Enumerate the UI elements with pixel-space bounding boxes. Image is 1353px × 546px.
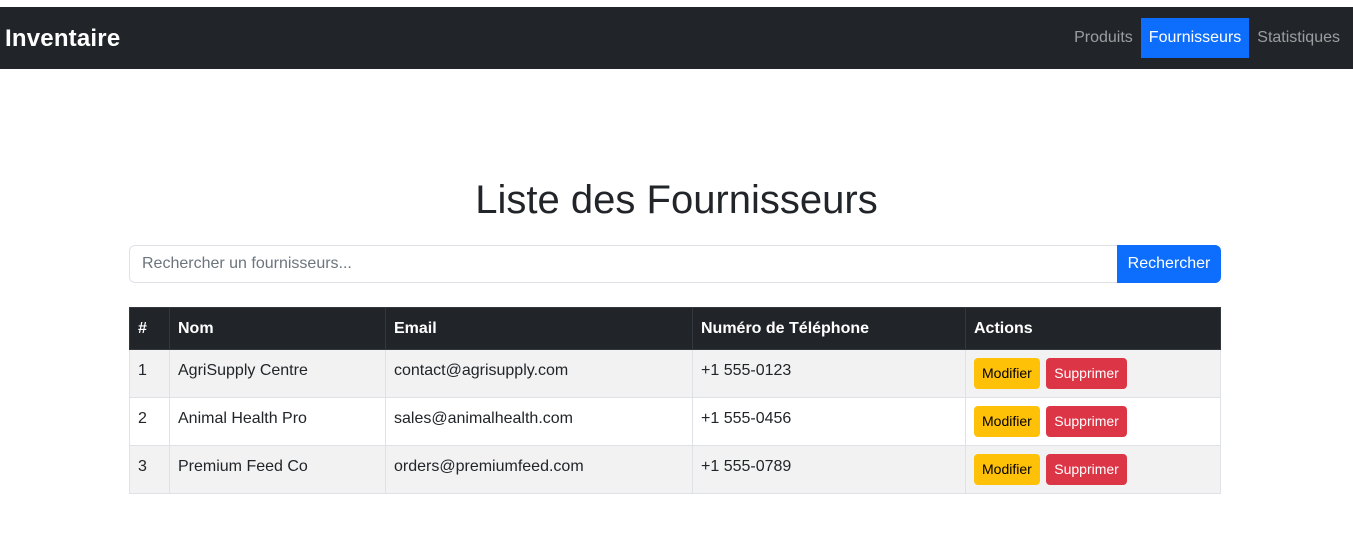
suppliers-table: # Nom Email Numéro de Téléphone Actions … bbox=[129, 307, 1221, 494]
table-row: 1 AgriSupply Centre contact@agrisupply.c… bbox=[129, 349, 1221, 398]
row-email-text: contact@agrisupply.com bbox=[394, 361, 569, 379]
row-name-text: Animal Health Pro bbox=[178, 409, 307, 427]
row-name: AgriSupply Centre bbox=[169, 349, 386, 398]
table-row: 2 Animal Health Pro sales@animalhealth.c… bbox=[129, 397, 1221, 446]
row-email: orders@premiumfeed.com bbox=[385, 445, 693, 494]
nav-link-statistiques[interactable]: Statistiques bbox=[1249, 18, 1348, 58]
top-strip bbox=[0, 0, 1353, 7]
row-actions: Modifier Supprimer bbox=[965, 349, 1221, 398]
row-index: 1 bbox=[129, 349, 170, 398]
page-title: Liste des Fournisseurs bbox=[475, 178, 878, 222]
row-index: 2 bbox=[129, 397, 170, 446]
row-index: 3 bbox=[129, 445, 170, 494]
brand-logo[interactable]: Inventaire bbox=[5, 7, 120, 69]
header-index: # bbox=[129, 307, 170, 350]
row-name: Animal Health Pro bbox=[169, 397, 386, 446]
table-body: 1 AgriSupply Centre contact@agrisupply.c… bbox=[129, 349, 1221, 494]
header-actions: Actions bbox=[965, 307, 1221, 350]
row-actions: Modifier Supprimer bbox=[965, 445, 1221, 494]
row-phone-text: +1 555-0456 bbox=[701, 409, 792, 427]
delete-button[interactable]: Supprimer bbox=[1046, 454, 1127, 485]
row-name-text: Premium Feed Co bbox=[178, 457, 308, 475]
search-input[interactable] bbox=[129, 245, 1117, 283]
delete-button[interactable]: Supprimer bbox=[1046, 406, 1127, 437]
row-actions: Modifier Supprimer bbox=[965, 397, 1221, 446]
table-header: # Nom Email Numéro de Téléphone Actions bbox=[129, 307, 1221, 350]
header-email: Email bbox=[385, 307, 693, 350]
header-phone: Numéro de Téléphone bbox=[692, 307, 966, 350]
row-email-text: orders@premiumfeed.com bbox=[394, 457, 584, 475]
nav-link-produits[interactable]: Produits bbox=[1066, 18, 1141, 58]
edit-button[interactable]: Modifier bbox=[974, 406, 1040, 437]
row-email: contact@agrisupply.com bbox=[385, 349, 693, 398]
nav-links: Produits Fournisseurs Statistiques bbox=[1066, 18, 1348, 58]
row-phone-text: +1 555-0123 bbox=[701, 361, 792, 379]
delete-button[interactable]: Supprimer bbox=[1046, 358, 1127, 389]
header-name: Nom bbox=[169, 307, 386, 350]
row-index-text: 2 bbox=[138, 409, 147, 427]
row-phone: +1 555-0789 bbox=[692, 445, 966, 494]
table-row: 3 Premium Feed Co orders@premiumfeed.com… bbox=[129, 445, 1221, 494]
search-button[interactable]: Rechercher bbox=[1117, 245, 1221, 283]
nav-link-fournisseurs[interactable]: Fournisseurs bbox=[1140, 18, 1250, 58]
table-header-row: # Nom Email Numéro de Téléphone Actions bbox=[129, 307, 1221, 350]
row-name: Premium Feed Co bbox=[169, 445, 386, 494]
edit-button[interactable]: Modifier bbox=[974, 454, 1040, 485]
row-name-text: AgriSupply Centre bbox=[178, 361, 308, 379]
row-index-text: 3 bbox=[138, 457, 147, 475]
row-phone: +1 555-0456 bbox=[692, 397, 966, 446]
search-bar: Rechercher bbox=[129, 245, 1221, 283]
row-phone: +1 555-0123 bbox=[692, 349, 966, 398]
row-index-text: 1 bbox=[138, 361, 147, 379]
row-email-text: sales@animalhealth.com bbox=[394, 409, 573, 427]
edit-button[interactable]: Modifier bbox=[974, 358, 1040, 389]
navbar: Inventaire Produits Fournisseurs Statist… bbox=[0, 7, 1353, 69]
row-phone-text: +1 555-0789 bbox=[701, 457, 792, 475]
row-email: sales@animalhealth.com bbox=[385, 397, 693, 446]
